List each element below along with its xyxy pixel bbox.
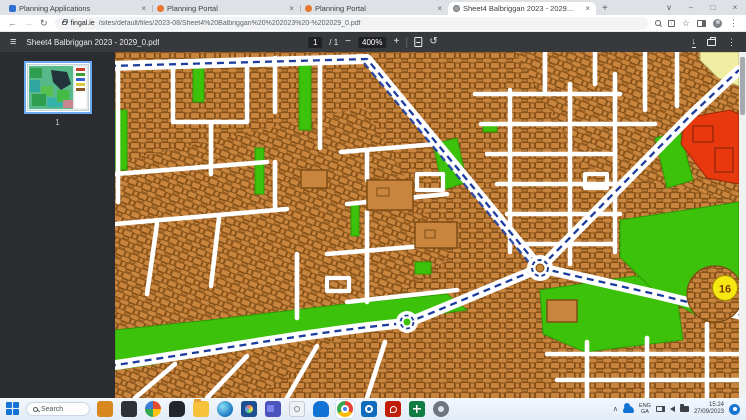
tray-folder-icon[interactable] xyxy=(680,406,689,412)
scrollbar-thumb[interactable] xyxy=(740,57,745,115)
outlook-app-icon[interactable] xyxy=(361,401,377,417)
taskbar-search-input[interactable]: Search xyxy=(26,402,90,416)
tray-chevron-up-icon[interactable]: ∧ xyxy=(613,405,618,413)
tab-close-icon[interactable]: × xyxy=(436,5,443,13)
tab-close-icon[interactable]: × xyxy=(288,5,295,13)
tab-label: Planning Applications xyxy=(19,4,137,13)
pdf-toolbar: ≡ Sheet4 Balbriggan 2023 - 2029_0.pdf 1 … xyxy=(0,32,746,52)
zoom-level-input[interactable]: 400% xyxy=(358,37,386,48)
language-indicator[interactable]: ENG GA xyxy=(639,403,651,416)
pdf-title: Sheet4 Balbriggan 2023 - 2029_0.pdf xyxy=(26,38,159,47)
tab-label: Planning Portal xyxy=(315,4,433,13)
clock[interactable]: 15:24 27/09/2023 xyxy=(694,402,724,417)
roundabout-secondary xyxy=(396,311,418,333)
zoom-out-button[interactable]: − xyxy=(345,37,351,47)
browser-tab-strip: Planning Applications × Planning Portal … xyxy=(0,0,746,15)
roundabout-main xyxy=(527,255,553,281)
planning-applications-favicon-icon xyxy=(9,5,16,12)
new-tab-button[interactable]: + xyxy=(602,2,608,15)
tab-label: Sheet4 Balbriggan 2023 - 2029... xyxy=(463,4,581,13)
widgets-icon[interactable] xyxy=(145,401,161,417)
briefcase-app-icon[interactable] xyxy=(97,401,113,417)
tab-label: Planning Portal xyxy=(167,4,285,13)
bookmark-star-icon[interactable]: ☆ xyxy=(682,19,690,28)
page-total: / 1 xyxy=(329,38,338,47)
thumbnail-map-image xyxy=(27,64,89,111)
map-viewport[interactable]: 16 xyxy=(115,52,746,398)
url-domain: fingal.ie xyxy=(71,20,95,27)
url-path: /sites/default/files/2023-08/Sheet4%20Ba… xyxy=(99,20,361,27)
pdf-globe-favicon-icon xyxy=(453,5,460,12)
chat-app-icon[interactable] xyxy=(169,401,185,417)
thumbnail-page-number: 1 xyxy=(55,118,59,127)
excel-app-icon[interactable] xyxy=(409,401,425,417)
file-explorer-icon[interactable] xyxy=(193,401,209,417)
photos-app-icon[interactable] xyxy=(241,401,257,417)
map-objective-16: 16 xyxy=(687,266,739,322)
window-controls: ∨ – □ × xyxy=(658,0,746,15)
tab-sheet4-balbriggan-active[interactable]: Sheet4 Balbriggan 2023 - 2029... × xyxy=(448,2,596,15)
profile-avatar[interactable] xyxy=(713,19,722,28)
download-icon[interactable]: ↓ xyxy=(692,37,697,48)
tab-planning-applications[interactable]: Planning Applications × xyxy=(4,2,152,15)
page-thumbnail[interactable] xyxy=(24,61,92,114)
pdf-thumbnail-sidebar: 1 xyxy=(0,52,115,398)
tab-close-icon[interactable]: × xyxy=(140,5,147,13)
pdf-more-kebab-icon[interactable]: ⋮ xyxy=(727,38,736,47)
map-vertical-scrollbar[interactable] xyxy=(739,52,746,398)
close-button[interactable]: × xyxy=(724,0,746,15)
print-icon[interactable] xyxy=(707,39,716,46)
fit-to-page-icon[interactable] xyxy=(414,37,422,47)
lock-icon xyxy=(62,21,67,25)
snipping-tool-icon[interactable] xyxy=(289,401,305,417)
planning-portal-favicon-icon xyxy=(305,5,312,12)
reload-icon[interactable]: ↻ xyxy=(40,19,48,28)
tray-time: 15:24 xyxy=(694,402,724,410)
search-icon xyxy=(33,407,38,412)
tab-close-icon[interactable]: × xyxy=(584,5,591,13)
url-field[interactable]: fingal.ie /sites/default/files/2023-08/S… xyxy=(55,17,648,30)
forward-icon[interactable]: → xyxy=(24,19,33,28)
objective-badge-label: 16 xyxy=(719,284,731,296)
back-icon[interactable]: ← xyxy=(8,19,17,28)
chrome-browser-icon[interactable] xyxy=(337,401,353,417)
task-view-icon[interactable] xyxy=(121,401,137,417)
rotate-icon[interactable]: ↺ xyxy=(429,37,437,47)
acrobat-app-icon[interactable] xyxy=(385,401,401,417)
search-label: Search xyxy=(41,406,63,413)
tab-search-icon[interactable]: ∨ xyxy=(658,0,680,15)
planning-portal-favicon-icon xyxy=(157,5,164,12)
pdf-content: 1 xyxy=(0,52,746,398)
teams-app-icon[interactable] xyxy=(265,401,281,417)
address-bar-actions: ↑ ☆ ⋮ xyxy=(655,19,738,28)
onedrive-tray-icon[interactable] xyxy=(623,406,634,413)
notification-icon[interactable] xyxy=(729,404,740,415)
pdf-page-zoom-controls: 1 / 1 − 400% + ↺ xyxy=(308,37,437,48)
windows-taskbar: Search ∧ ENG GA 15:24 27/09/2023 xyxy=(0,398,746,420)
settings-app-icon[interactable] xyxy=(433,401,449,417)
zoom-in-button[interactable]: + xyxy=(393,37,399,47)
pdf-toolbar-actions: ↓ ⋮ xyxy=(692,37,737,48)
system-tray: ∧ ENG GA 15:24 27/09/2023 xyxy=(613,402,740,417)
pdf-menu-icon[interactable]: ≡ xyxy=(10,36,16,48)
page-number-input[interactable]: 1 xyxy=(308,37,322,48)
side-panel-icon[interactable] xyxy=(697,20,706,27)
minimize-button[interactable]: – xyxy=(680,0,702,15)
onedrive-app-icon[interactable] xyxy=(313,401,329,417)
tray-date: 27/09/2023 xyxy=(694,409,724,417)
tab-planning-portal-2[interactable]: Planning Portal × xyxy=(300,2,448,15)
browser-menu-kebab-icon[interactable]: ⋮ xyxy=(729,19,738,28)
zoning-map: 16 xyxy=(115,52,739,398)
tab-planning-portal-1[interactable]: Planning Portal × xyxy=(152,2,300,15)
page-zoom-icon[interactable] xyxy=(655,20,661,26)
volume-icon[interactable] xyxy=(670,406,675,412)
address-bar: ← → ↻ fingal.ie /sites/default/files/202… xyxy=(0,15,746,32)
share-icon[interactable]: ↑ xyxy=(668,20,675,27)
maximize-button[interactable]: □ xyxy=(702,0,724,15)
edge-browser-icon[interactable] xyxy=(217,401,233,417)
start-button-icon[interactable] xyxy=(6,402,20,416)
taskbar-apps: Search xyxy=(6,400,450,418)
